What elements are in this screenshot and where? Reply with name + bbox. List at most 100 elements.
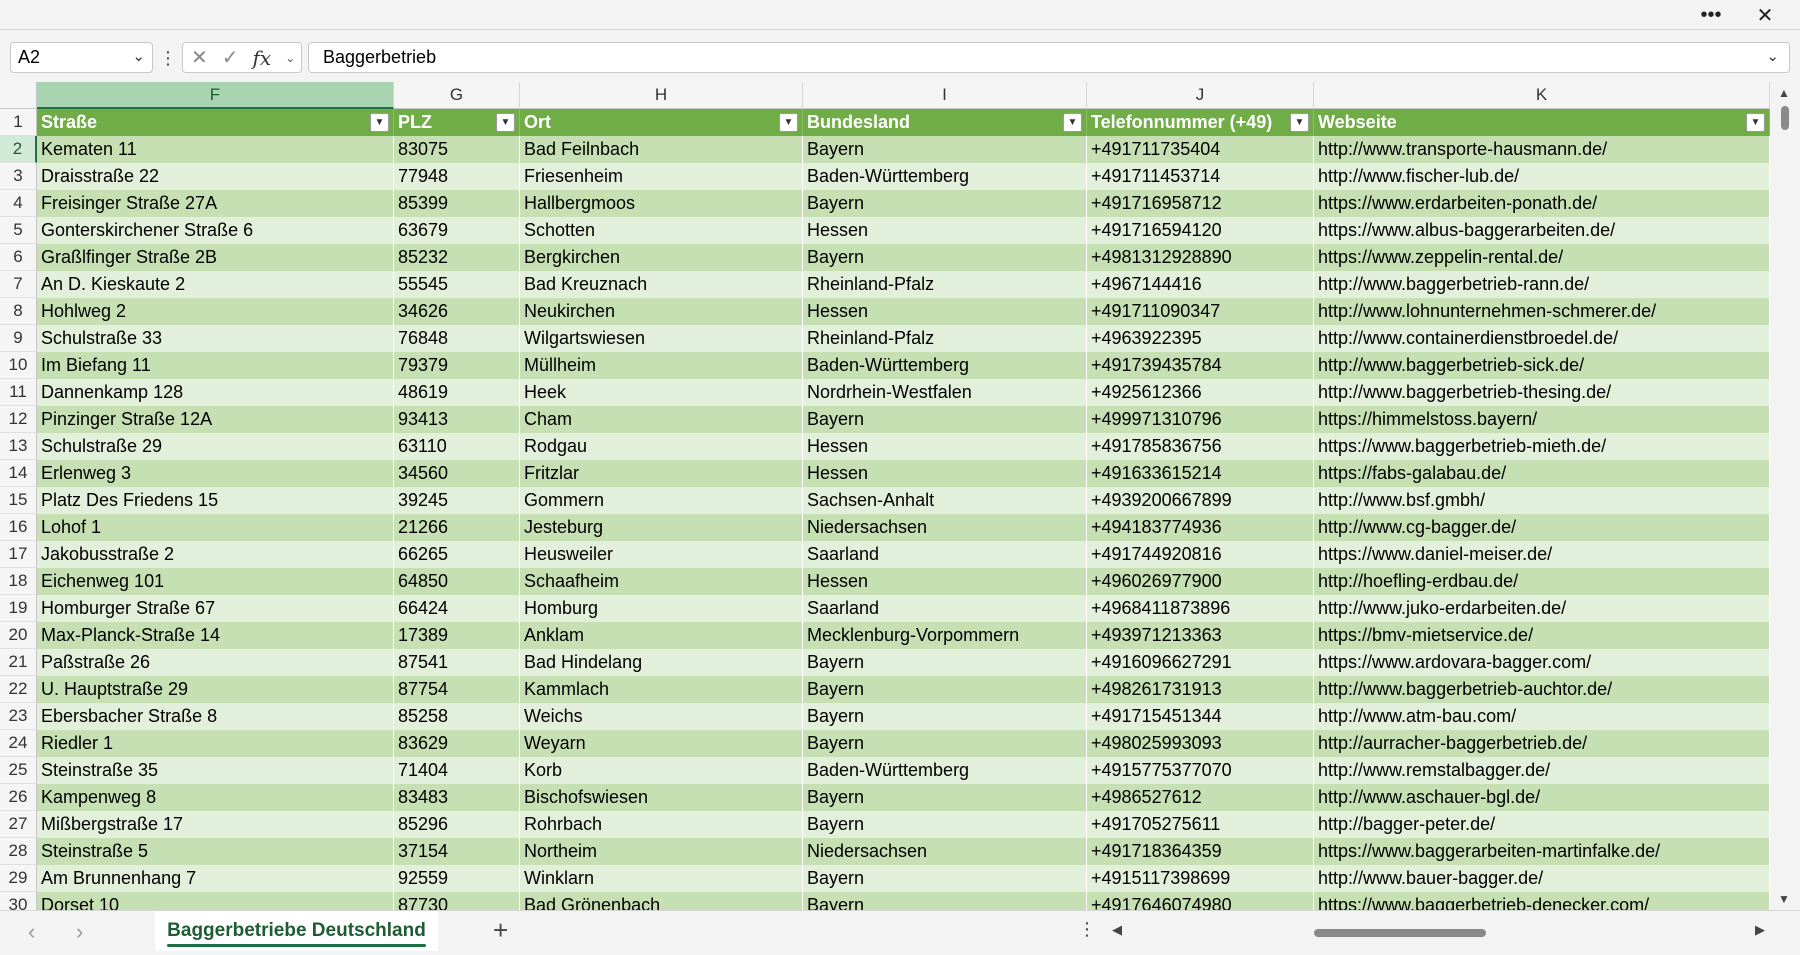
table-cell[interactable]: 63679 (394, 217, 520, 244)
table-cell[interactable]: 85296 (394, 811, 520, 838)
table-cell[interactable]: Bayern (803, 136, 1087, 163)
table-cell[interactable]: Friesenheim (520, 163, 803, 190)
table-cell[interactable]: 34560 (394, 460, 520, 487)
table-cell[interactable]: Steinstraße 5 (37, 838, 394, 865)
table-cell[interactable]: http://www.bsf.gmbh/ (1314, 487, 1770, 514)
table-cell[interactable]: +491716594120 (1087, 217, 1314, 244)
table-cell[interactable]: Gommern (520, 487, 803, 514)
table-cell[interactable]: +498261731913 (1087, 676, 1314, 703)
table-cell[interactable]: +4915117398699 (1087, 865, 1314, 892)
table-cell[interactable]: Draisstraße 22 (37, 163, 394, 190)
table-cell[interactable]: Bayern (803, 244, 1087, 271)
table-cell[interactable]: 87730 (394, 892, 520, 910)
row-header[interactable]: 8 (0, 298, 37, 325)
table-cell[interactable]: http://www.atm-bau.com/ (1314, 703, 1770, 730)
cancel-icon[interactable]: ✕ (191, 45, 208, 70)
table-cell[interactable]: +4986527612 (1087, 784, 1314, 811)
close-icon[interactable]: ✕ (1742, 0, 1788, 30)
row-header[interactable]: 11 (0, 379, 37, 406)
filter-dropdown-icon[interactable]: ▼ (1063, 113, 1082, 132)
table-cell[interactable]: Niedersachsen (803, 838, 1087, 865)
vertical-ellipsis-icon[interactable]: ⋮ (159, 44, 177, 72)
table-cell[interactable]: Homburg (520, 595, 803, 622)
table-cell[interactable]: Jesteburg (520, 514, 803, 541)
scroll-left-icon[interactable]: ◀ (1112, 922, 1122, 938)
table-cell[interactable]: Dorset 10 (37, 892, 394, 910)
table-cell[interactable]: Paßstraße 26 (37, 649, 394, 676)
table-cell[interactable]: Bad Grönenbach (520, 892, 803, 910)
table-cell[interactable]: https://bmv-mietservice.de/ (1314, 622, 1770, 649)
row-header[interactable]: 1 (0, 109, 37, 136)
table-cell[interactable]: https://www.baggerbetrieb-mieth.de/ (1314, 433, 1770, 460)
table-cell[interactable]: Ebersbacher Straße 8 (37, 703, 394, 730)
ellipsis-icon[interactable]: ••• (1688, 0, 1734, 30)
table-cell[interactable]: https://fabs-galabau.de/ (1314, 460, 1770, 487)
filter-dropdown-icon[interactable]: ▼ (779, 113, 798, 132)
row-header[interactable]: 17 (0, 541, 37, 568)
table-cell[interactable]: Schaafheim (520, 568, 803, 595)
row-header[interactable]: 26 (0, 784, 37, 811)
table-cell[interactable]: https://www.albus-baggerarbeiten.de/ (1314, 217, 1770, 244)
table-cell[interactable]: Schulstraße 29 (37, 433, 394, 460)
table-cell[interactable]: +4939200667899 (1087, 487, 1314, 514)
row-header[interactable]: 25 (0, 757, 37, 784)
table-cell[interactable]: 85232 (394, 244, 520, 271)
table-cell[interactable]: 76848 (394, 325, 520, 352)
table-cell[interactable]: Freisinger Straße 27A (37, 190, 394, 217)
table-cell[interactable]: Baden-Württemberg (803, 163, 1087, 190)
vertical-scrollbar[interactable]: ▲ ▼ (1770, 82, 1800, 910)
insert-function-icon[interactable]: fx (253, 46, 272, 70)
column-header-j[interactable]: J (1087, 82, 1314, 109)
table-cell[interactable]: https://www.zeppelin-rental.de/ (1314, 244, 1770, 271)
table-cell[interactable]: +491633615214 (1087, 460, 1314, 487)
row-header[interactable]: 5 (0, 217, 37, 244)
chevron-down-icon[interactable]: ⌄ (132, 47, 145, 65)
table-cell[interactable]: Erlenweg 3 (37, 460, 394, 487)
table-cell[interactable]: U. Hauptstraße 29 (37, 676, 394, 703)
table-cell[interactable]: +4963922395 (1087, 325, 1314, 352)
table-cell[interactable]: Riedler 1 (37, 730, 394, 757)
table-cell[interactable]: Saarland (803, 595, 1087, 622)
table-cell[interactable]: 64850 (394, 568, 520, 595)
table-cell[interactable]: https://www.ardovara-bagger.com/ (1314, 649, 1770, 676)
select-all-corner[interactable] (0, 82, 37, 109)
name-box[interactable]: A2 ⌄ (10, 42, 153, 73)
row-header[interactable]: 14 (0, 460, 37, 487)
table-cell[interactable]: https://www.daniel-meiser.de/ (1314, 541, 1770, 568)
row-header[interactable]: 29 (0, 865, 37, 892)
table-cell[interactable]: http://hoefling-erdbau.de/ (1314, 568, 1770, 595)
table-cell[interactable]: http://www.bauer-bagger.de/ (1314, 865, 1770, 892)
row-header[interactable]: 18 (0, 568, 37, 595)
table-cell[interactable]: +491711453714 (1087, 163, 1314, 190)
table-cell[interactable]: 92559 (394, 865, 520, 892)
add-sheet-icon[interactable]: + (493, 915, 508, 946)
row-header[interactable]: 28 (0, 838, 37, 865)
table-cell[interactable]: https://www.baggerbetrieb-denecker.com/ (1314, 892, 1770, 910)
table-cell[interactable]: +491785836756 (1087, 433, 1314, 460)
table-cell[interactable]: +491705275611 (1087, 811, 1314, 838)
table-cell[interactable]: Saarland (803, 541, 1087, 568)
table-cell[interactable]: Bayern (803, 649, 1087, 676)
table-cell[interactable]: Jakobusstraße 2 (37, 541, 394, 568)
header-cell[interactable]: PLZ ▼ (394, 109, 520, 136)
table-cell[interactable]: Hessen (803, 217, 1087, 244)
table-cell[interactable]: http://www.containerdienstbroedel.de/ (1314, 325, 1770, 352)
table-cell[interactable]: +499971310796 (1087, 406, 1314, 433)
table-cell[interactable]: Kematen 11 (37, 136, 394, 163)
row-header[interactable]: 7 (0, 271, 37, 298)
table-cell[interactable]: Northeim (520, 838, 803, 865)
table-cell[interactable]: 83075 (394, 136, 520, 163)
row-header[interactable]: 16 (0, 514, 37, 541)
table-cell[interactable]: Lohof 1 (37, 514, 394, 541)
table-cell[interactable]: http://bagger-peter.de/ (1314, 811, 1770, 838)
table-cell[interactable]: +493971213363 (1087, 622, 1314, 649)
table-cell[interactable]: Weichs (520, 703, 803, 730)
column-header-i[interactable]: I (803, 82, 1087, 109)
table-cell[interactable]: http://www.fischer-lub.de/ (1314, 163, 1770, 190)
row-header[interactable]: 27 (0, 811, 37, 838)
table-cell[interactable]: Bayern (803, 676, 1087, 703)
table-cell[interactable]: 71404 (394, 757, 520, 784)
table-cell[interactable]: Niedersachsen (803, 514, 1087, 541)
table-cell[interactable]: Hallbergmoos (520, 190, 803, 217)
table-cell[interactable]: Müllheim (520, 352, 803, 379)
